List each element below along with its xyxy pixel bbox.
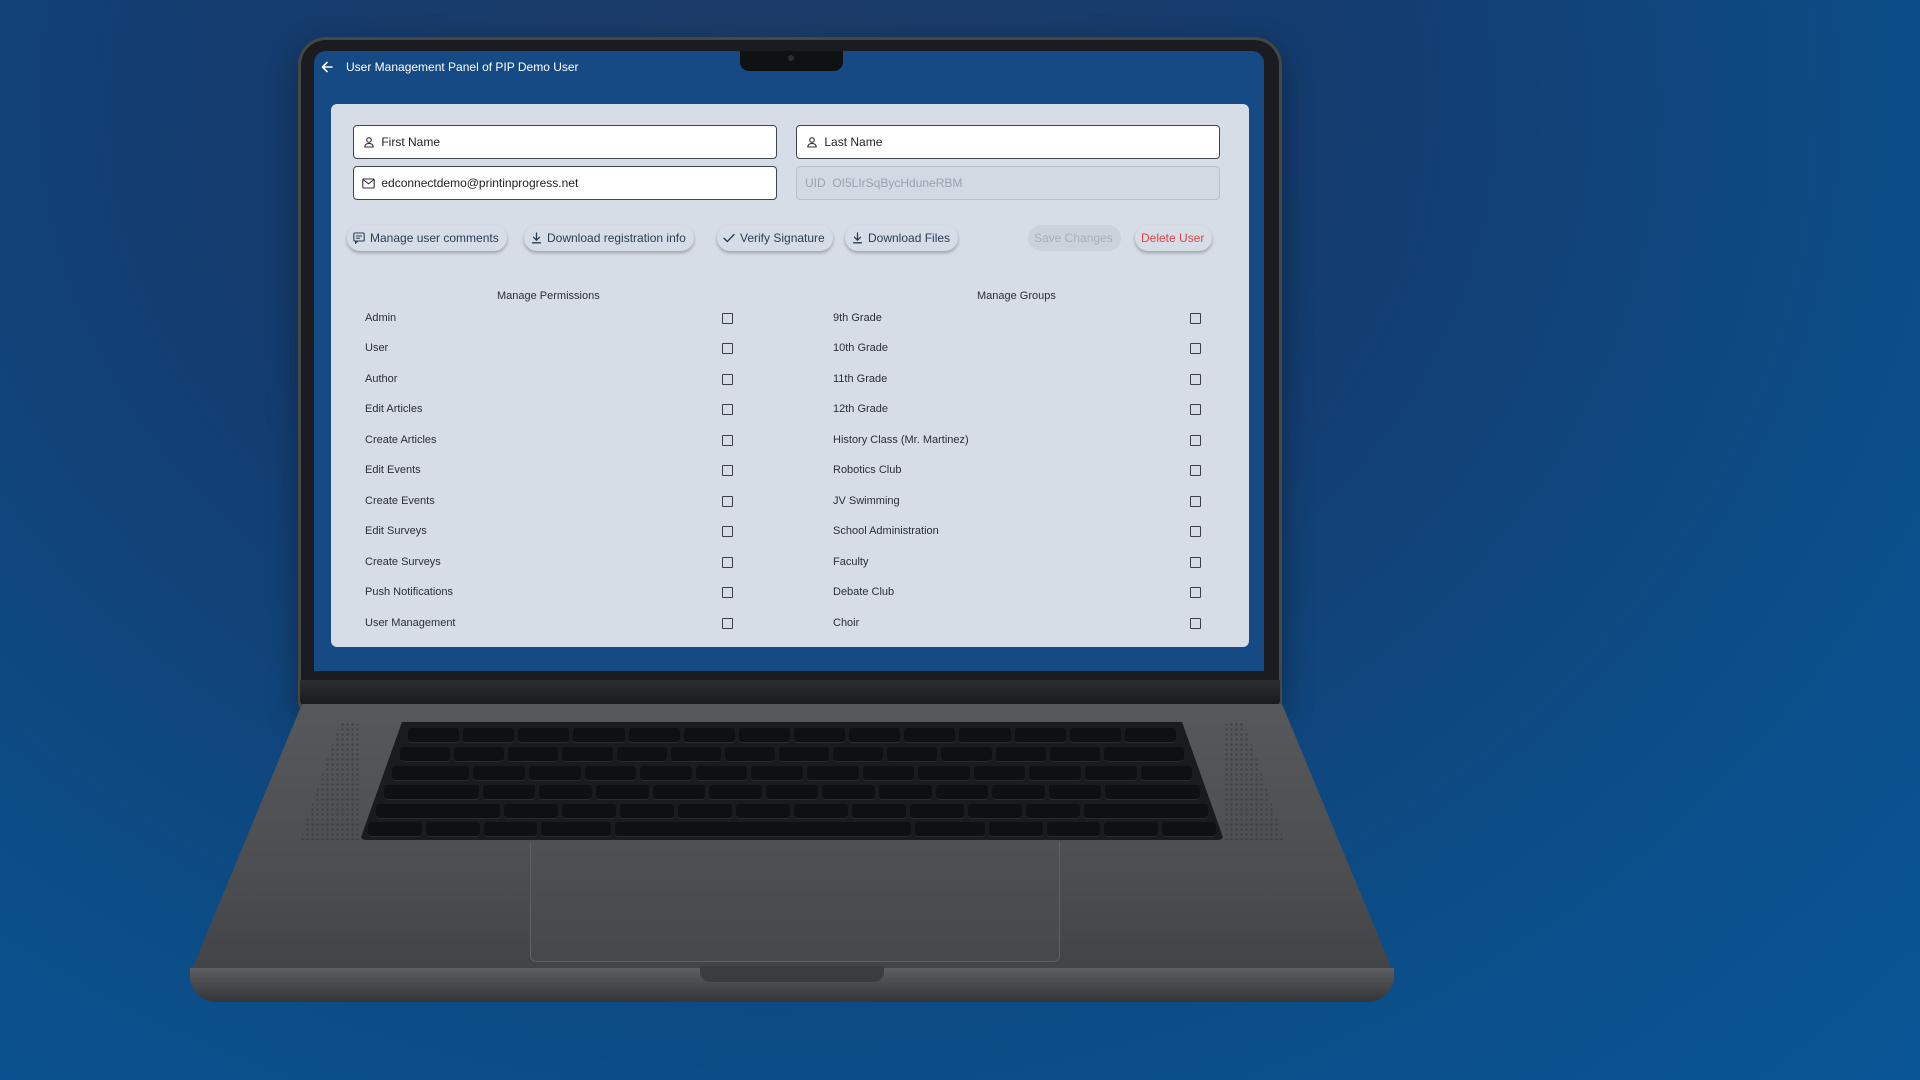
comment-icon bbox=[353, 232, 365, 244]
list-item: 10th Grade bbox=[833, 342, 889, 354]
email-field[interactable] bbox=[353, 166, 777, 200]
list-item: User Management bbox=[365, 617, 456, 629]
list-item: JV Swimming bbox=[833, 495, 900, 507]
group-checkbox-robotics-club[interactable] bbox=[1190, 465, 1201, 476]
laptop-hinge bbox=[300, 680, 1280, 706]
groups-heading: Manage Groups bbox=[977, 290, 1056, 302]
keyboard bbox=[360, 722, 1224, 840]
permission-checkbox-author[interactable] bbox=[722, 374, 733, 385]
list-item: User bbox=[365, 342, 389, 354]
verify-signature-label: Verify Signature bbox=[740, 231, 825, 245]
user-form-card: Manage user comments Download registrati… bbox=[331, 104, 1249, 647]
trackpad bbox=[530, 842, 1060, 962]
permission-checkbox-user-management[interactable] bbox=[722, 618, 733, 629]
check-icon bbox=[723, 232, 735, 244]
list-item: Create Articles bbox=[365, 434, 437, 446]
delete-user-label: Delete User bbox=[1141, 231, 1205, 245]
list-item: Robotics Club bbox=[833, 464, 902, 476]
download-icon bbox=[851, 232, 863, 244]
group-checkbox-debate-club[interactable] bbox=[1190, 587, 1201, 598]
last-name-input[interactable] bbox=[824, 135, 1219, 149]
list-item: Debate Club bbox=[833, 586, 895, 598]
download-icon bbox=[530, 232, 542, 244]
list-item: Faculty bbox=[833, 556, 869, 568]
group-checkbox-9th-grade[interactable] bbox=[1190, 313, 1201, 324]
verify-signature-button[interactable]: Verify Signature bbox=[717, 225, 833, 251]
group-checkbox-history-class[interactable] bbox=[1190, 435, 1201, 446]
permission-checkbox-edit-surveys[interactable] bbox=[722, 526, 733, 537]
person-icon bbox=[362, 135, 375, 149]
list-item: Edit Articles bbox=[365, 403, 423, 415]
arrow-left-icon[interactable] bbox=[320, 60, 336, 76]
list-item: Create Surveys bbox=[365, 556, 441, 568]
permission-checkbox-edit-events[interactable] bbox=[722, 465, 733, 476]
group-checkbox-10th-grade[interactable] bbox=[1190, 343, 1201, 354]
group-checkbox-choir[interactable] bbox=[1190, 618, 1201, 629]
permission-checkbox-edit-articles[interactable] bbox=[722, 404, 733, 415]
mail-icon bbox=[362, 176, 375, 190]
list-item: Create Events bbox=[365, 495, 435, 507]
download-registration-button[interactable]: Download registration info bbox=[524, 225, 694, 251]
download-files-button[interactable]: Download Files bbox=[845, 225, 959, 251]
list-item: Edit Events bbox=[365, 464, 421, 476]
group-checkbox-12th-grade[interactable] bbox=[1190, 404, 1201, 415]
group-checkbox-school-administration[interactable] bbox=[1190, 526, 1201, 537]
camera-notch bbox=[740, 51, 843, 71]
list-item: Admin bbox=[365, 312, 397, 324]
list-item: Author bbox=[365, 373, 398, 385]
list-item: 11th Grade bbox=[833, 373, 888, 385]
group-checkbox-11th-grade[interactable] bbox=[1190, 374, 1201, 385]
camera-icon bbox=[788, 55, 794, 61]
list-item: School Administration bbox=[833, 525, 939, 537]
manage-user-comments-label: Manage user comments bbox=[370, 231, 499, 245]
permission-checkbox-user[interactable] bbox=[722, 343, 733, 354]
group-checkbox-jv-swimming[interactable] bbox=[1190, 496, 1201, 507]
uid-field bbox=[796, 166, 1220, 200]
list-item: Push Notifications bbox=[365, 586, 454, 598]
email-input[interactable] bbox=[381, 176, 776, 190]
last-name-field[interactable] bbox=[796, 125, 1220, 159]
person-icon bbox=[805, 135, 818, 149]
laptop-screen: User Management Panel of PIP Demo User F… bbox=[314, 51, 1264, 671]
delete-user-button[interactable]: Delete User bbox=[1135, 225, 1213, 251]
page-title: User Management Panel of PIP Demo User bbox=[346, 60, 579, 74]
permissions-heading: Manage Permissions bbox=[497, 290, 600, 302]
list-item: Choir bbox=[833, 617, 860, 629]
first-name-field[interactable] bbox=[353, 125, 777, 159]
permission-checkbox-create-events[interactable] bbox=[722, 496, 733, 507]
permission-checkbox-create-surveys[interactable] bbox=[722, 557, 733, 568]
uid-input bbox=[805, 176, 1219, 190]
laptop-opening-notch bbox=[700, 966, 884, 982]
list-item: Edit Surveys bbox=[365, 525, 427, 537]
permission-checkbox-create-articles[interactable] bbox=[722, 435, 733, 446]
download-files-label: Download Files bbox=[868, 231, 951, 245]
download-registration-label: Download registration info bbox=[547, 231, 686, 245]
save-changes-button[interactable]: Save Changes bbox=[1028, 225, 1121, 251]
group-checkbox-faculty[interactable] bbox=[1190, 557, 1201, 568]
list-item: 9th Grade bbox=[833, 312, 882, 324]
permission-checkbox-admin[interactable] bbox=[722, 313, 733, 324]
first-name-input[interactable] bbox=[381, 135, 776, 149]
permission-checkbox-push-notifications[interactable] bbox=[722, 587, 733, 598]
save-changes-label: Save Changes bbox=[1034, 231, 1113, 245]
list-item: History Class (Mr. Martinez) bbox=[833, 434, 969, 446]
list-item: 12th Grade bbox=[833, 403, 889, 415]
manage-user-comments-button[interactable]: Manage user comments bbox=[347, 225, 507, 251]
